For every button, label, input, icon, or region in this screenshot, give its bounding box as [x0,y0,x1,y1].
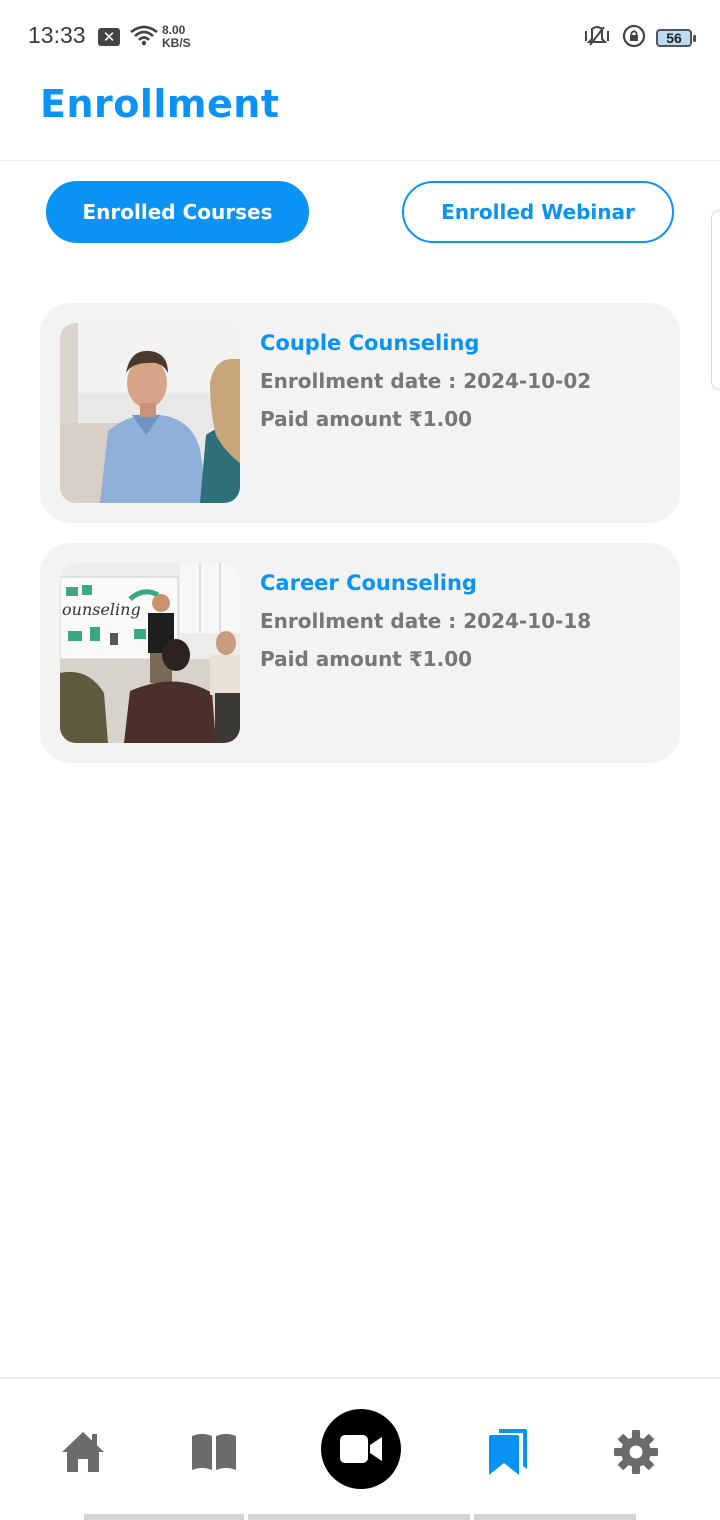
status-bar: 13:33 ✕ 8.00 KB/S 56 [0,0,720,72]
close-box-icon: ✕ [98,28,120,46]
gear-icon[interactable] [608,1424,664,1480]
tab-enrolled-courses[interactable]: Enrolled Courses [46,181,309,243]
gesture-bar [248,1514,470,1520]
enrollment-date: Enrollment date : 2024-10-02 [260,369,592,393]
scroll-indicator [711,210,720,390]
course-card[interactable]: Couple Counseling Enrollment date : 2024… [40,303,680,523]
net-speed: 8.00 KB/S [162,24,191,50]
course-card[interactable]: ounseling Career Counseling Enrollment d… [40,543,680,763]
enrollment-date: Enrollment date : 2024-10-18 [260,609,592,633]
gesture-bar [474,1514,636,1520]
battery-level: 56 [666,30,682,46]
book-icon[interactable] [186,1424,242,1480]
net-speed-value: 8.00 [162,23,186,37]
status-time: 13:33 [28,22,86,48]
rotation-lock-icon [622,24,646,52]
home-icon[interactable] [55,1424,111,1480]
status-right: 56 [582,24,696,52]
net-speed-unit: KB/S [162,36,191,50]
bottom-nav-divider [0,1377,720,1379]
video-camera-icon[interactable] [321,1409,401,1489]
course-thumbnail [60,323,240,503]
course-thumbnail: ounseling [60,563,240,743]
bookmark-icon[interactable] [479,1424,535,1480]
gesture-bar [84,1514,244,1520]
vibrate-icon [582,25,612,51]
wifi-icon [129,24,159,50]
tab-enrolled-webinar[interactable]: Enrolled Webinar [402,181,674,243]
header-divider [0,160,720,161]
paid-amount: Paid amount ₹1.00 [260,407,473,431]
course-title: Career Counseling [260,571,477,595]
battery-icon: 56 [656,29,696,47]
paid-amount: Paid amount ₹1.00 [260,647,473,671]
page-title: Enrollment [40,82,280,126]
svg-text:ounseling: ounseling [62,600,141,619]
course-title: Couple Counseling [260,331,480,355]
